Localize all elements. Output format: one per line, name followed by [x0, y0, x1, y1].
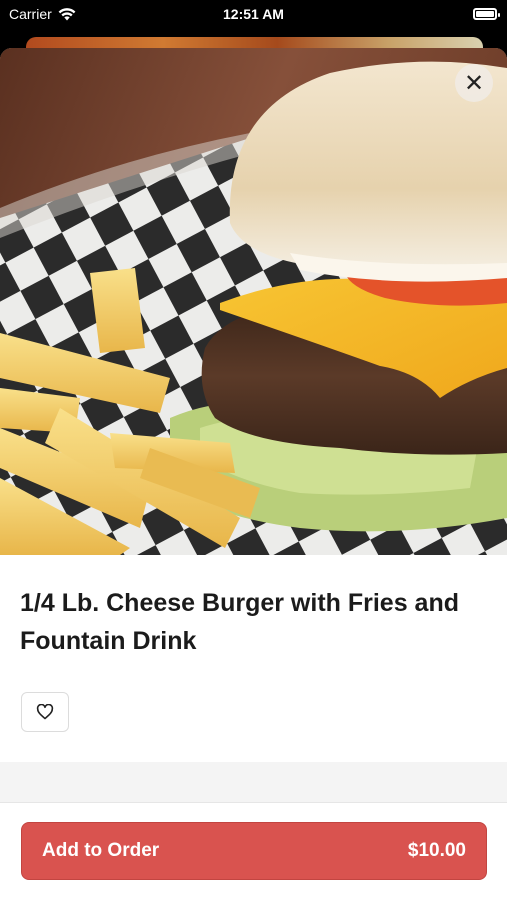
item-price: $10.00 — [407, 840, 466, 861]
favorite-button[interactable] — [21, 692, 69, 732]
item-detail-sheet: ✕ 1/4 Lb. Cheese Burger with Fries and F… — [0, 48, 507, 900]
item-title: 1/4 Lb. Cheese Burger with Fries and Fou… — [20, 589, 460, 655]
battery-icon — [473, 8, 500, 20]
close-icon: ✕ — [463, 69, 485, 97]
burger-and-fries-photo — [0, 48, 507, 555]
item-image: ✕ — [0, 48, 507, 555]
section-separator — [0, 762, 507, 802]
heart-icon — [36, 704, 54, 720]
close-button[interactable]: ✕ — [455, 64, 493, 102]
add-to-order-label: Add to Order — [42, 840, 160, 861]
status-time: 12:51 AM — [223, 6, 284, 22]
footer-divider — [0, 802, 507, 803]
add-to-order-button[interactable]: Add to Order $10.00 — [21, 822, 487, 880]
status-bar: Carrier 12:51 AM — [0, 0, 507, 30]
